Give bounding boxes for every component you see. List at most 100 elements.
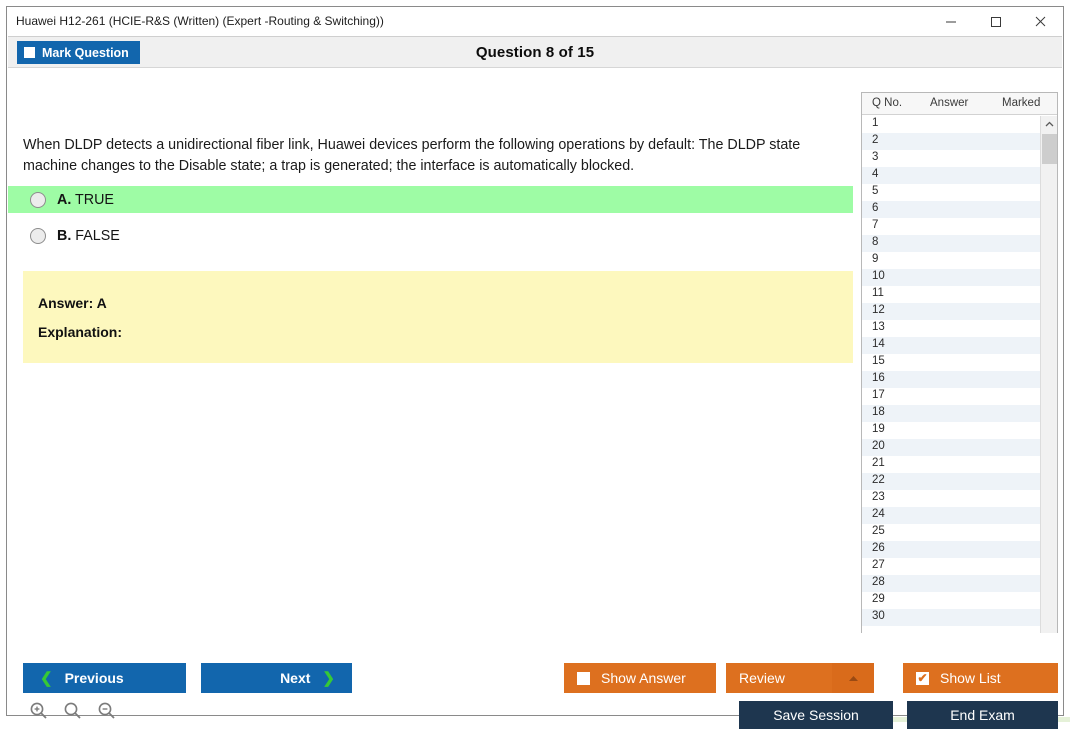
table-row[interactable]: 27 xyxy=(862,558,1041,575)
close-icon[interactable] xyxy=(1018,7,1063,36)
table-row[interactable]: 22 xyxy=(862,473,1041,490)
row-question-number: 21 xyxy=(872,457,885,469)
zoom-toolbar xyxy=(25,697,119,723)
row-question-number: 3 xyxy=(872,151,879,163)
row-question-number: 25 xyxy=(872,525,885,537)
window-client-area: Question 8 of 15 Mark Question When DLDP… xyxy=(8,36,1062,729)
table-row[interactable]: 7 xyxy=(862,218,1041,235)
row-question-number: 30 xyxy=(872,610,885,622)
next-button[interactable]: Next ❯ xyxy=(201,663,352,693)
table-row[interactable]: 20 xyxy=(862,439,1041,456)
table-row[interactable]: 11 xyxy=(862,286,1041,303)
mark-question-label: Mark Question xyxy=(42,45,129,60)
mark-question-checkbox[interactable] xyxy=(24,47,35,58)
column-header-answer: Answer xyxy=(930,97,969,109)
show-list-label: Show List xyxy=(940,670,1001,686)
row-question-number: 1 xyxy=(872,117,879,129)
row-question-number: 6 xyxy=(872,202,879,214)
table-row[interactable]: 26 xyxy=(862,541,1041,558)
row-question-number: 4 xyxy=(872,168,879,180)
table-row[interactable]: 24 xyxy=(862,507,1041,524)
review-label: Review xyxy=(739,670,785,686)
table-row[interactable]: 23 xyxy=(862,490,1041,507)
table-row[interactable]: 13 xyxy=(862,320,1041,337)
table-row[interactable]: 18 xyxy=(862,405,1041,422)
review-dropdown[interactable]: Review xyxy=(726,663,874,693)
window-title: Huawei H12-261 (HCIE-R&S (Written) (Expe… xyxy=(16,14,384,28)
row-question-number: 27 xyxy=(872,559,885,571)
chevron-up-icon[interactable] xyxy=(832,663,874,693)
table-row[interactable]: 12 xyxy=(862,303,1041,320)
row-question-number: 9 xyxy=(872,253,879,265)
show-list-checkbox[interactable]: ✔ xyxy=(916,671,929,685)
minimize-icon[interactable] xyxy=(928,7,973,36)
end-exam-button[interactable]: End Exam xyxy=(907,701,1058,729)
exam-header-bar: Question 8 of 15 Mark Question xyxy=(8,37,1062,68)
option-label-b: B. FALSE xyxy=(57,228,120,244)
screen: Huawei H12-261 (HCIE-R&S (Written) (Expe… xyxy=(0,0,1075,735)
option-row-a[interactable]: A. TRUE xyxy=(8,186,853,213)
table-row[interactable]: 17 xyxy=(862,388,1041,405)
maximize-icon[interactable] xyxy=(973,7,1018,36)
window-titlebar: Huawei H12-261 (HCIE-R&S (Written) (Expe… xyxy=(7,7,1063,36)
table-row[interactable]: 5 xyxy=(862,184,1041,201)
question-list-rows[interactable]: 1 2 3 4 5 6 7 8 9 10 11 12 13 14 15 16 17 18 19 20 21 22 23 24 2… xyxy=(862,116,1041,655)
table-row[interactable]: 8 xyxy=(862,235,1041,252)
previous-label: Previous xyxy=(64,670,124,686)
mark-question-button[interactable]: Mark Question xyxy=(17,41,140,64)
row-question-number: 10 xyxy=(872,270,885,282)
previous-button[interactable]: ❮ Previous xyxy=(23,663,186,693)
zoom-reset-icon[interactable] xyxy=(59,697,85,723)
table-row[interactable]: 9 xyxy=(862,252,1041,269)
question-list-scrollbar[interactable] xyxy=(1040,116,1057,655)
row-question-number: 8 xyxy=(872,236,879,248)
table-row[interactable]: 30 xyxy=(862,609,1041,626)
row-question-number: 22 xyxy=(872,474,885,486)
row-question-number: 24 xyxy=(872,508,885,520)
row-question-number: 18 xyxy=(872,406,885,418)
table-row[interactable]: 19 xyxy=(862,422,1041,439)
option-text-a: TRUE xyxy=(75,191,114,208)
chevron-up-icon[interactable] xyxy=(1041,116,1057,133)
table-row[interactable]: 21 xyxy=(862,456,1041,473)
option-letter-b: B. xyxy=(57,227,72,244)
row-question-number: 19 xyxy=(872,423,885,435)
save-session-button[interactable]: Save Session xyxy=(739,701,893,729)
option-label-a: A. TRUE xyxy=(57,192,114,208)
zoom-in-icon[interactable] xyxy=(25,697,51,723)
chevron-left-icon: ❮ xyxy=(40,669,53,687)
show-list-button[interactable]: ✔ Show List xyxy=(903,663,1058,693)
radio-b[interactable] xyxy=(30,227,46,244)
question-counter: Question 8 of 15 xyxy=(475,44,595,61)
row-question-number: 14 xyxy=(872,338,885,350)
row-question-number: 26 xyxy=(872,542,885,554)
show-answer-button[interactable]: Show Answer xyxy=(564,663,716,693)
end-exam-label: End Exam xyxy=(950,707,1015,723)
table-row[interactable]: 15 xyxy=(862,354,1041,371)
check-icon: ✔ xyxy=(917,671,928,685)
table-row[interactable]: 29 xyxy=(862,592,1041,609)
table-row[interactable]: 3 xyxy=(862,150,1041,167)
zoom-out-icon[interactable] xyxy=(93,697,119,723)
table-row[interactable]: 25 xyxy=(862,524,1041,541)
row-question-number: 12 xyxy=(872,304,885,316)
table-row[interactable]: 2 xyxy=(862,133,1041,150)
table-row[interactable]: 28 xyxy=(862,575,1041,592)
table-row[interactable]: 1 xyxy=(862,116,1041,133)
row-question-number: 11 xyxy=(872,287,884,299)
table-row[interactable]: 16 xyxy=(862,371,1041,388)
option-row-b[interactable]: B. FALSE xyxy=(8,222,853,249)
row-question-number: 28 xyxy=(872,576,885,588)
column-header-qno: Q No. xyxy=(872,97,903,109)
table-row[interactable]: 14 xyxy=(862,337,1041,354)
row-question-number: 7 xyxy=(872,219,879,231)
option-text-b: FALSE xyxy=(75,227,120,244)
table-row[interactable]: 4 xyxy=(862,167,1041,184)
window-controls xyxy=(928,7,1063,36)
row-question-number: 16 xyxy=(872,372,885,384)
table-row[interactable]: 10 xyxy=(862,269,1041,286)
table-row[interactable]: 6 xyxy=(862,201,1041,218)
show-answer-checkbox[interactable] xyxy=(577,671,590,685)
radio-a[interactable] xyxy=(30,191,46,208)
scrollbar-thumb[interactable] xyxy=(1042,134,1057,164)
